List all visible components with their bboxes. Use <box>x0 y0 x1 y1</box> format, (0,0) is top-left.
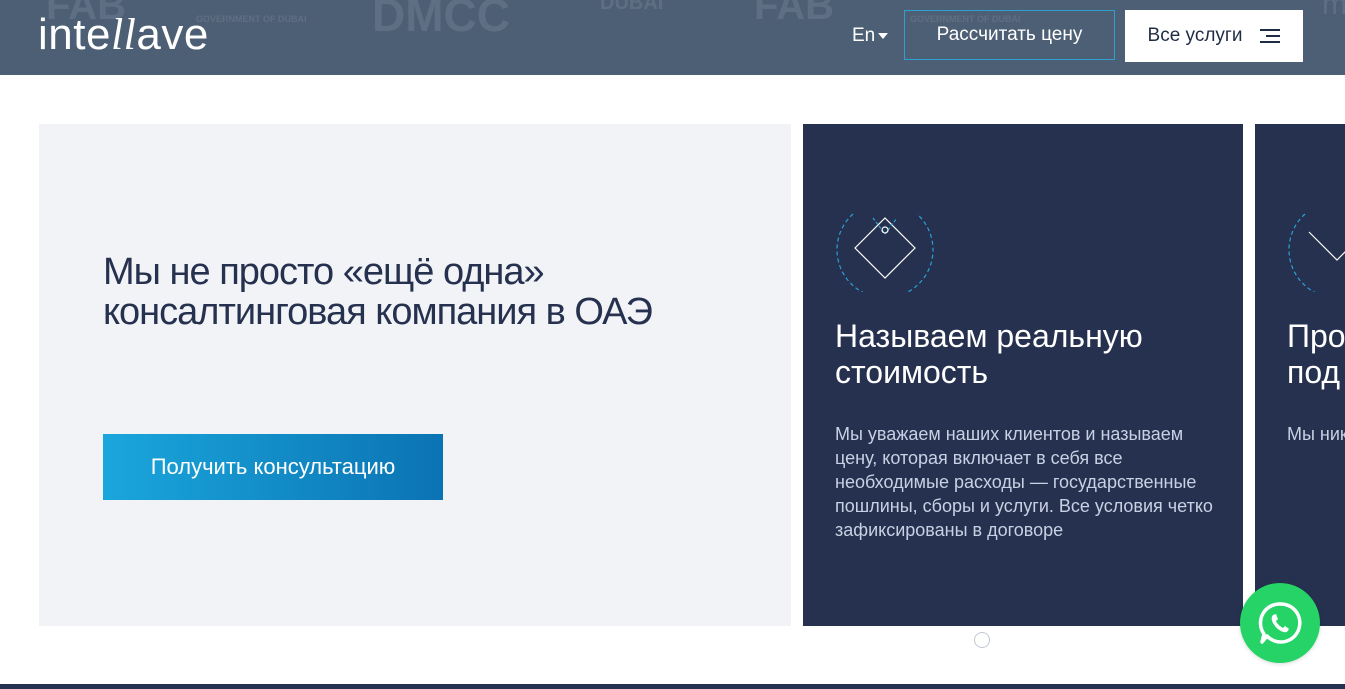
calculate-price-button[interactable]: Рассчитать цену <box>904 10 1115 60</box>
brand-logo[interactable]: intellave <box>38 10 209 60</box>
slider-dot[interactable] <box>974 632 990 648</box>
whatsapp-chat-button[interactable] <box>1240 583 1320 663</box>
all-services-button[interactable]: Все услуги <box>1125 10 1303 62</box>
language-label: En <box>852 25 876 46</box>
get-consultation-button[interactable]: Получить консультацию <box>103 434 443 500</box>
intro-title: Мы не просто «ещё одна» консалтинговая к… <box>103 251 653 333</box>
partner-logo-dmcc: DMCC <box>372 0 510 41</box>
card-text: Мы уважаем наших клиентов и называем цен… <box>835 424 1213 540</box>
brand-logo-part: ave <box>136 10 209 59</box>
card-title: Про под <box>1287 318 1345 390</box>
menu-icon <box>1260 29 1281 43</box>
brand-logo-part: ll <box>110 10 137 59</box>
feature-card: Про под Мы ник услуги либо эт предло акц… <box>1255 124 1345 626</box>
language-selector[interactable]: En <box>852 24 889 48</box>
calculate-price-label: Рассчитать цену <box>936 24 1083 45</box>
all-services-label: Все услуги <box>1147 25 1243 46</box>
partner-logo-dubai: DUBAI <box>600 0 664 14</box>
partner-logo-gov-dubai: GOVERNMENT OF DUBAI <box>196 14 307 24</box>
footer-strip <box>0 684 1345 689</box>
site-header: FAB GOVERNMENT OF DUBAI DMCC DUBAI FAB G… <box>0 0 1345 75</box>
brand-logo-part: inte <box>38 10 111 59</box>
partner-logo-m: m <box>1322 0 1345 21</box>
card-text: Мы ник услуги либо эт предло акцию <box>1287 424 1345 444</box>
partner-logo-fab-2: FAB <box>754 0 834 28</box>
get-consultation-label: Получить консультацию <box>150 454 396 479</box>
card-title: Называем реальную стоимость <box>835 318 1143 390</box>
chevron-down-icon <box>878 32 889 39</box>
whatsapp-icon <box>1258 602 1302 644</box>
checkmark-badge-icon <box>1288 213 1345 292</box>
feature-card: Называем реальную стоимость Мы уважаем н… <box>803 124 1243 626</box>
intro-panel: Мы не просто «ещё одна» консалтинговая к… <box>39 124 791 626</box>
diamond-badge-icon <box>836 213 934 292</box>
